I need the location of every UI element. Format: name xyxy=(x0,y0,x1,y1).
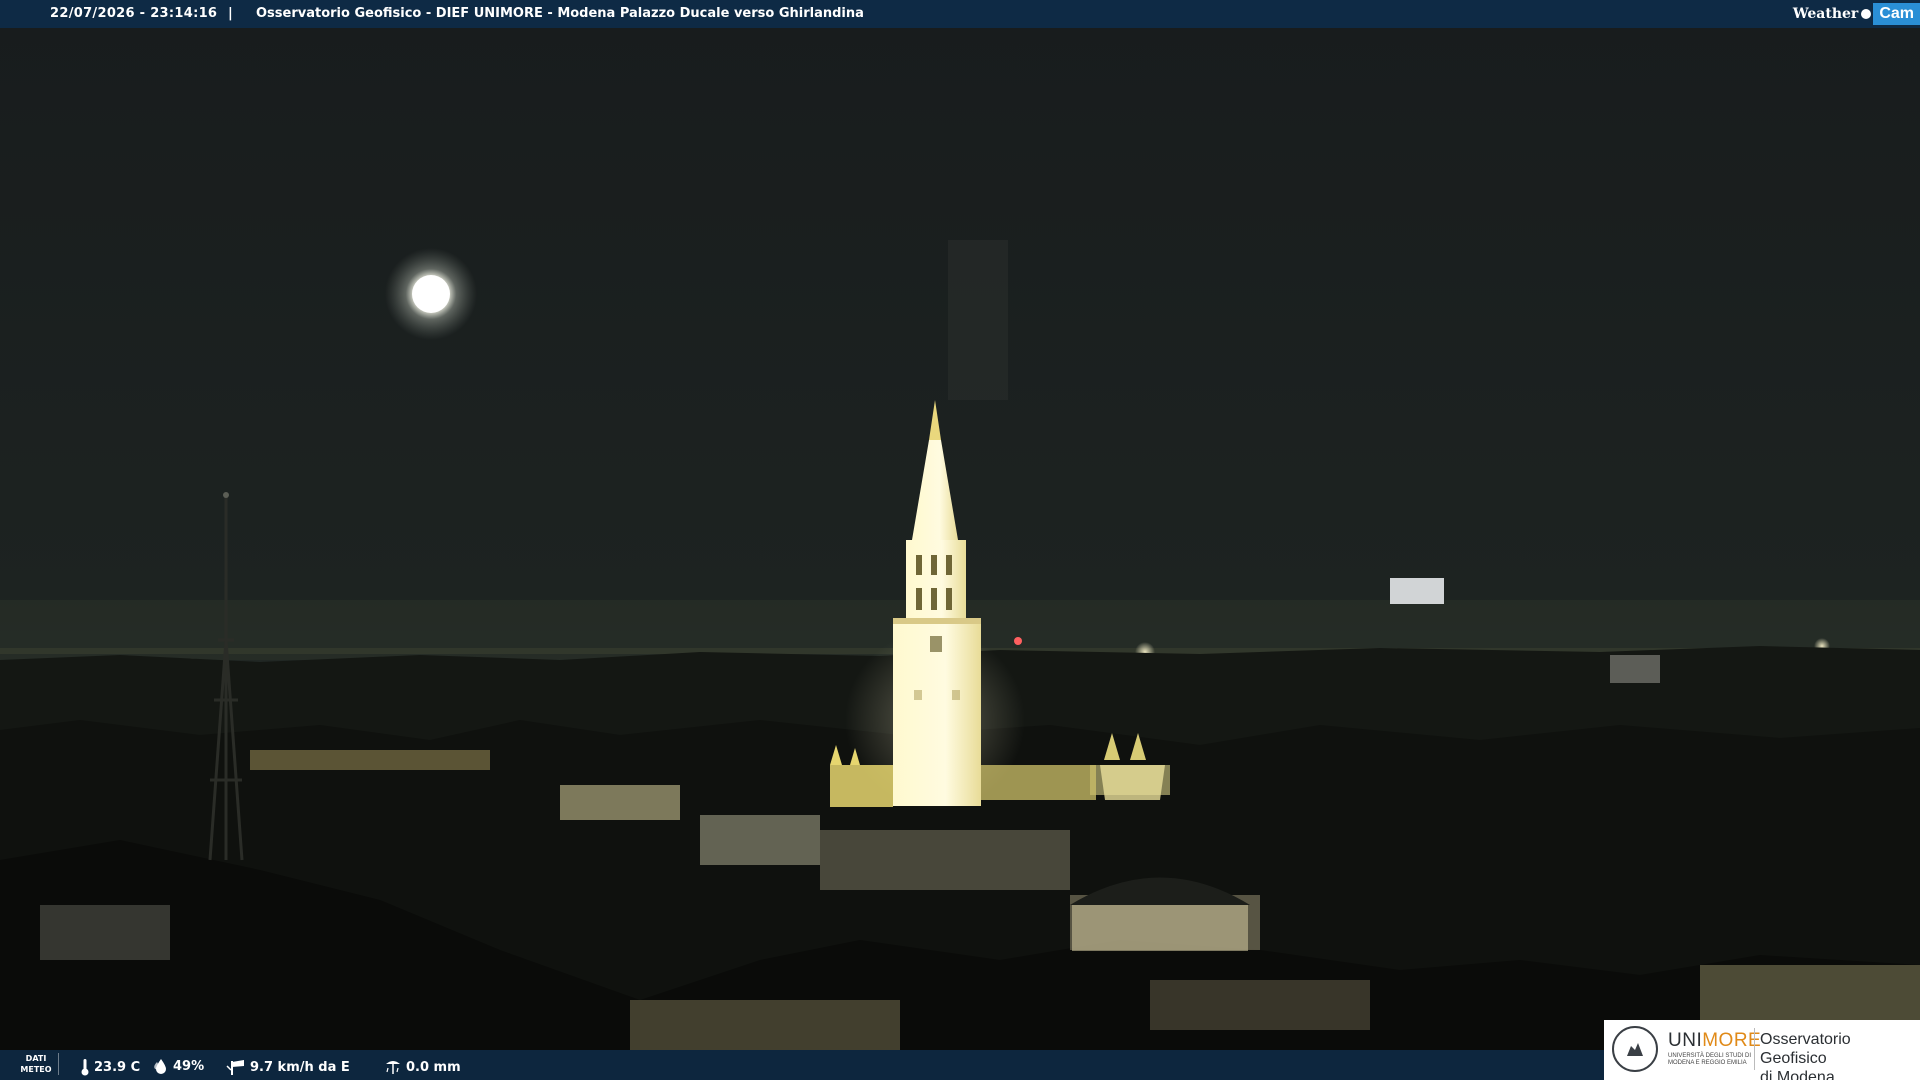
rain-value: 0.0 mm xyxy=(406,1059,461,1075)
weathercam-logo: Weather Cam xyxy=(1793,0,1920,28)
dati-meteo-label: DATI METEO xyxy=(14,1053,59,1075)
camera-title: Osservatorio Geofisico - DIEF UNIMORE - … xyxy=(256,6,864,21)
humidity-reading: 49% xyxy=(153,1058,204,1074)
observatory-line1: Osservatorio Geofisico xyxy=(1760,1031,1851,1067)
more-text: MORE xyxy=(1702,1030,1762,1051)
rain-reading: 0.0 mm xyxy=(384,1058,461,1076)
logo-cam-badge: Cam xyxy=(1873,3,1920,25)
humidity-value: 49% xyxy=(173,1058,205,1074)
temperature-value: 23.9 C xyxy=(94,1059,141,1075)
temperature-reading: 23.9 C xyxy=(80,1058,140,1076)
meteo-label: METEO xyxy=(20,1065,52,1074)
wind-icon xyxy=(226,1060,244,1075)
separator: | xyxy=(228,6,233,21)
uni-text: UNI xyxy=(1668,1030,1703,1051)
logo-dot-icon xyxy=(1861,9,1872,19)
unimore-sub-line1: UNIVERSITÀ DEGLI STUDI DI xyxy=(1668,1053,1752,1059)
timestamp: 22/07/2026 - 23:14:16 xyxy=(50,6,218,21)
unimore-sub-line2: MODENA E REGGIO EMILIA xyxy=(1668,1060,1747,1066)
moon xyxy=(385,248,477,340)
unimore-wordmark: UNIMORE xyxy=(1668,1030,1761,1052)
rain-gauge-icon xyxy=(386,1061,400,1074)
branding-divider xyxy=(1754,1028,1755,1070)
unimore-seal-icon xyxy=(1612,1026,1658,1072)
logo-weather-text: Weather xyxy=(1792,6,1859,22)
observatory-name: Osservatorio Geofisico di Modena xyxy=(1760,1030,1920,1080)
unimore-subtitle: UNIVERSITÀ DEGLI STUDI DI MODENA E REGGI… xyxy=(1668,1053,1751,1067)
droplet-icon xyxy=(154,1059,166,1074)
dati-label: DATI xyxy=(25,1054,47,1063)
observatory-line2: di Modena xyxy=(1760,1069,1835,1080)
unimore-branding: UNIMORE UNIVERSITÀ DEGLI STUDI DI MODENA… xyxy=(1604,1020,1920,1080)
wind-value: 9.7 km/h da E xyxy=(250,1059,350,1075)
webcam-image xyxy=(0,0,1920,1080)
thermometer-icon xyxy=(81,1059,89,1076)
top-bar: 22/07/2026 - 23:14:16 | Osservatorio Geo… xyxy=(0,0,1920,28)
webcam-frame: 22/07/2026 - 23:14:16 | Osservatorio Geo… xyxy=(0,0,1920,1080)
wind-reading: 9.7 km/h da E xyxy=(226,1058,350,1076)
